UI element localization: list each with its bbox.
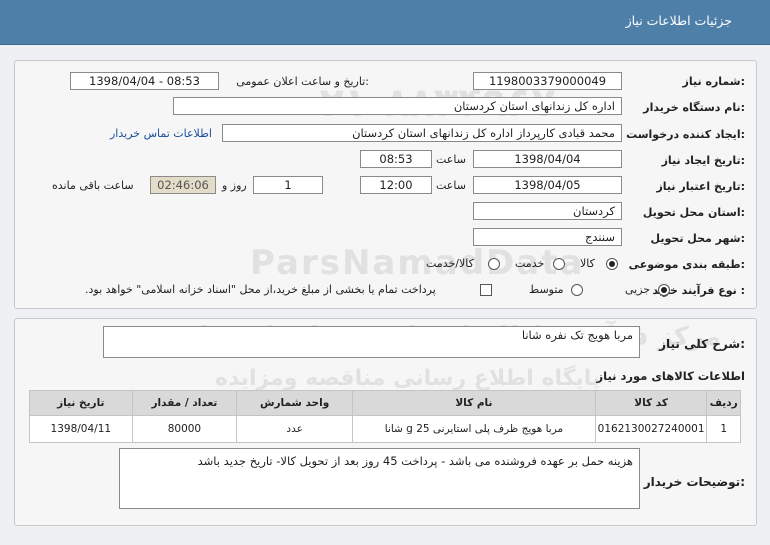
category-label: طبقه بندی موضوعی: xyxy=(628,258,745,271)
table-row: 1398/04/11 80000 عدد مربا هویج ظرف پلی ا… xyxy=(29,415,741,443)
creator-field: محمد قبادی کارپرداز اداره کل زندانهای اس… xyxy=(222,124,622,142)
process-radio-minor[interactable] xyxy=(658,284,670,296)
category-both-label: کالا/خدمت xyxy=(426,257,474,270)
treasury-note: پرداخت تمام یا بخشی از مبلغ خرید،از محل … xyxy=(85,283,436,296)
category-radio-goods[interactable] xyxy=(606,258,618,270)
summary-label: شرح کلی نیاز: xyxy=(659,337,745,351)
cell-name: مربا هویج ظرف پلی استایرنی 25 g شانا xyxy=(352,415,596,443)
process-medium-label: متوسط xyxy=(529,283,564,296)
announce-field: 1398/04/04 - 08:53 xyxy=(70,72,219,90)
header-unit: واحد شمارش xyxy=(236,390,354,416)
category-service-label: خدمت xyxy=(515,257,545,270)
city-label: شهر محل تحویل: xyxy=(650,232,745,245)
remaining-time-field: 02:46:06 xyxy=(150,176,216,194)
process-minor-label: جزیی xyxy=(625,283,651,296)
goods-table: تاریخ نیاز تعداد / مقدار واحد شمارش نام … xyxy=(29,390,741,443)
buyer-org-label: نام دستگاه خریدار: xyxy=(643,101,745,114)
cell-row: 1 xyxy=(706,415,741,443)
cell-code: 0162130027240001 xyxy=(594,415,708,443)
header-code: کد کالا xyxy=(594,390,708,416)
header-date: تاریخ نیاز xyxy=(29,390,133,416)
category-radio-both[interactable] xyxy=(488,258,500,270)
category-radio-service[interactable] xyxy=(553,258,565,270)
need-number-field: 1198003379000049 xyxy=(473,72,622,90)
province-label: استان محل تحویل: xyxy=(642,206,745,219)
process-radio-medium[interactable] xyxy=(571,284,583,296)
summary-field: مربا هویج تک نفره شانا xyxy=(103,326,640,358)
valid-time-label: ساعت xyxy=(436,179,466,192)
cell-date: 1398/04/11 xyxy=(29,415,133,443)
valid-date-field: 1398/04/05 xyxy=(473,176,622,194)
need-number-label: شماره نیاز: xyxy=(682,75,745,88)
category-goods-label: کالا xyxy=(580,257,595,270)
contact-info-link[interactable]: اطلاعات تماس خریدار xyxy=(110,127,212,140)
header-row: ردیف xyxy=(706,390,741,416)
valid-time-field: 12:00 xyxy=(360,176,432,194)
cell-quantity: 80000 xyxy=(131,415,238,443)
city-field: سنندج xyxy=(473,228,622,246)
remaining-label: ساعت باقی مانده xyxy=(52,179,134,192)
treasury-checkbox[interactable] xyxy=(480,284,492,296)
header-name: نام کالا xyxy=(352,390,596,416)
days-label: روز و xyxy=(222,179,247,192)
created-date-label: تاریخ ایجاد نیاز: xyxy=(661,154,745,167)
created-time-field: 08:53 xyxy=(360,150,432,168)
creator-label: ایجاد کننده درخواست: xyxy=(626,128,745,141)
page-title: جزئیات اطلاعات نیاز xyxy=(625,13,732,28)
valid-date-label: تاریخ اعتبار نیاز: xyxy=(656,180,745,193)
notes-label: توضیحات خریدار: xyxy=(643,475,745,489)
created-date-field: 1398/04/04 xyxy=(473,150,622,168)
cell-unit: عدد xyxy=(236,415,354,443)
notes-field: هزینه حمل بر عهده فروشنده می باشد - پردا… xyxy=(119,448,640,509)
goods-section-title: اطلاعات کالاهای مورد نیاز xyxy=(596,369,745,383)
created-time-label: ساعت xyxy=(436,153,466,166)
province-field: کردستان xyxy=(473,202,622,220)
header-quantity: تعداد / مقدار xyxy=(131,390,238,416)
buyer-org-field: اداره کل زندانهای استان کردستان xyxy=(173,97,622,115)
announce-label: تاریخ و ساعت اعلان عمومی: xyxy=(236,75,369,88)
page-header: جزئیات اطلاعات نیاز xyxy=(0,0,770,45)
days-field: 1 xyxy=(253,176,323,194)
goods-table-header: تاریخ نیاز تعداد / مقدار واحد شمارش نام … xyxy=(29,390,741,416)
